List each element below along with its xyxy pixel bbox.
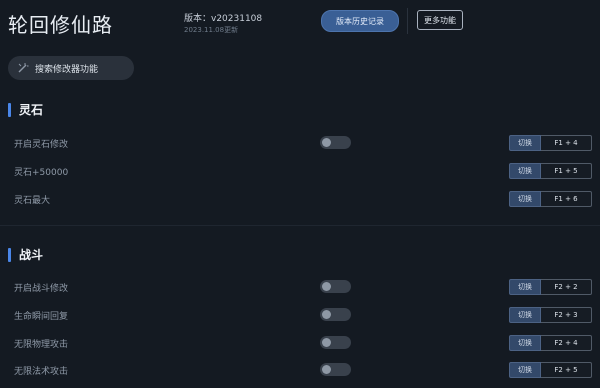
hotkey-group: 切换 F2 + 4 [509, 335, 592, 351]
list-item: 开启战斗修改 切换 F2 + 2 [0, 277, 600, 297]
section-accent-bar [8, 247, 11, 262]
feature-label: 开启战斗修改 [14, 284, 69, 294]
list-item: 开启灵石修改 切换 F1 + 4 [0, 133, 600, 153]
toggle-knob [322, 138, 331, 147]
feature-label: 无限法术攻击 [14, 367, 69, 377]
magic-wand-icon [18, 63, 29, 73]
feature-label: 开启灵石修改 [14, 140, 69, 150]
hotkey-group: 切换 F1 + 5 [509, 163, 592, 179]
list-item: 灵石+50000 切换 F1 + 5 [0, 161, 600, 181]
hotkey-key[interactable]: F2 + 4 [541, 335, 592, 351]
switch-button[interactable]: 切换 [509, 307, 541, 323]
header: 轮回修仙路 版本：v20231108 2023.11.08更新 版本历史记录 更… [0, 0, 600, 44]
app-title: 轮回修仙路 [8, 13, 113, 37]
section-title-lingshi: 灵石 [8, 101, 43, 118]
header-divider [407, 8, 408, 34]
list-item: 生命瞬间回复 切换 F2 + 3 [0, 305, 600, 325]
feature-label: 生命瞬间回复 [14, 312, 69, 322]
toggle-knob [322, 365, 331, 374]
section-divider [0, 225, 600, 226]
feature-toggle[interactable] [320, 336, 351, 349]
search-placeholder: 搜索修改器功能 [35, 64, 99, 75]
hotkey-group: 切换 F2 + 2 [509, 279, 592, 295]
hotkey-group: 切换 F2 + 3 [509, 307, 592, 323]
feature-label: 灵石+50000 [14, 168, 69, 178]
search-input[interactable]: 搜索修改器功能 [8, 56, 134, 80]
version-label: 版本：v20231108 [184, 14, 263, 24]
switch-button[interactable]: 切换 [509, 279, 541, 295]
switch-button[interactable]: 切换 [509, 191, 541, 207]
switch-button[interactable]: 切换 [509, 135, 541, 151]
version-history-button[interactable]: 版本历史记录 [321, 10, 399, 32]
hotkey-group: 切换 F2 + 5 [509, 362, 592, 378]
switch-button[interactable]: 切换 [509, 335, 541, 351]
list-item: 无限法术攻击 切换 F2 + 5 [0, 360, 600, 380]
section-title-text: 战斗 [19, 248, 44, 262]
version-date: 2023.11.08更新 [184, 26, 239, 34]
hotkey-group: 切换 F1 + 4 [509, 135, 592, 151]
toggle-knob [322, 310, 331, 319]
hotkey-key[interactable]: F2 + 2 [541, 279, 592, 295]
hotkey-key[interactable]: F2 + 3 [541, 307, 592, 323]
section-title-battle: 战斗 [8, 246, 43, 263]
switch-button[interactable]: 切换 [509, 163, 541, 179]
feature-toggle[interactable] [320, 280, 351, 293]
more-features-button[interactable]: 更多功能 [417, 10, 463, 30]
feature-toggle[interactable] [320, 136, 351, 149]
toggle-knob [322, 338, 331, 347]
feature-label: 灵石最大 [14, 196, 51, 206]
hotkey-group: 切换 F1 + 6 [509, 191, 592, 207]
switch-button[interactable]: 切换 [509, 362, 541, 378]
section-accent-bar [8, 102, 11, 117]
feature-toggle[interactable] [320, 308, 351, 321]
feature-label: 无限物理攻击 [14, 340, 69, 350]
feature-toggle[interactable] [320, 363, 351, 376]
hotkey-key[interactable]: F1 + 5 [541, 163, 592, 179]
hotkey-key[interactable]: F2 + 5 [541, 362, 592, 378]
hotkey-key[interactable]: F1 + 4 [541, 135, 592, 151]
toggle-knob [322, 282, 331, 291]
list-item: 灵石最大 切换 F1 + 6 [0, 189, 600, 209]
list-item: 无限物理攻击 切换 F2 + 4 [0, 333, 600, 353]
section-title-text: 灵石 [19, 103, 44, 117]
hotkey-key[interactable]: F1 + 6 [541, 191, 592, 207]
